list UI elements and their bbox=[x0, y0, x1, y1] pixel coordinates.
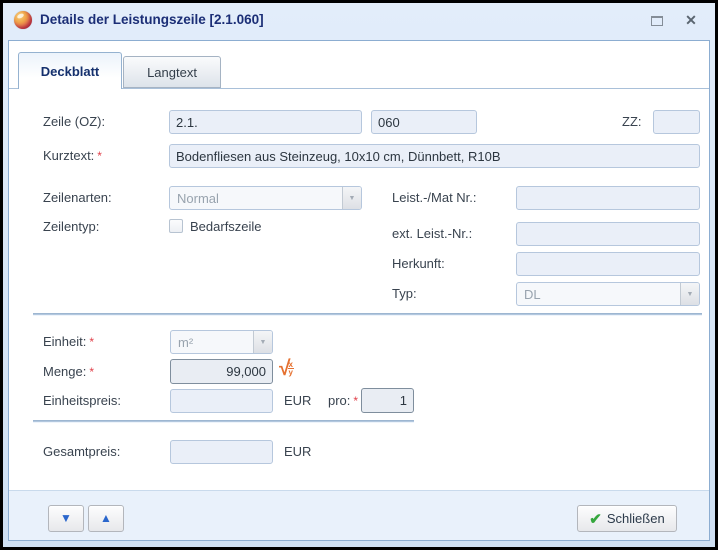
check-icon: ✔ bbox=[589, 510, 602, 528]
einheit-label: Einheit:* bbox=[43, 334, 94, 349]
gesamtpreis-input[interactable] bbox=[170, 440, 273, 464]
bedarfszeile-label: Bedarfszeile bbox=[190, 219, 262, 234]
einheit-label-text: Einheit: bbox=[43, 334, 86, 349]
arrow-up-icon: ▲ bbox=[100, 511, 112, 525]
menge-input[interactable] bbox=[170, 359, 273, 384]
menge-required-mark: * bbox=[89, 365, 94, 379]
leist-mat-nr-label: Leist.-/Mat Nr.: bbox=[392, 190, 477, 205]
maximize-icon bbox=[651, 16, 663, 26]
zz-label: ZZ: bbox=[622, 114, 642, 129]
zeilenarten-select[interactable]: Normal ▼ bbox=[169, 186, 362, 210]
typ-value: DL bbox=[524, 287, 541, 302]
einheitspreis-label: Einheitspreis: bbox=[43, 393, 121, 408]
pro-input[interactable] bbox=[361, 388, 414, 413]
oz-part2-input[interactable] bbox=[371, 110, 477, 134]
typ-select[interactable]: DL ▼ bbox=[516, 282, 700, 306]
bedarfszeile-checkbox[interactable] bbox=[169, 219, 183, 233]
chevron-down-icon[interactable]: ▼ bbox=[680, 283, 699, 305]
move-down-button[interactable]: ▼ bbox=[48, 505, 84, 532]
chevron-down-icon[interactable]: ▼ bbox=[253, 331, 272, 353]
zz-input[interactable] bbox=[653, 110, 700, 134]
formula-quantity-icon[interactable]: √xy bbox=[279, 358, 294, 380]
menge-label: Menge:* bbox=[43, 364, 94, 379]
close-button[interactable]: ✕ bbox=[681, 10, 701, 30]
einheitspreis-currency-label: EUR bbox=[284, 393, 311, 408]
menge-label-text: Menge: bbox=[43, 364, 86, 379]
kurztext-required-mark: * bbox=[97, 149, 102, 163]
formula-fraction: xy bbox=[288, 361, 294, 376]
window-title: Details der Leistungszeile [2.1.060] bbox=[40, 12, 264, 27]
tab-langtext[interactable]: Langtext bbox=[123, 56, 221, 88]
dialog-window: Details der Leistungszeile [2.1.060] ✕ L… bbox=[0, 0, 718, 550]
einheit-select[interactable]: m² ▼ bbox=[170, 330, 273, 354]
typ-label: Typ: bbox=[392, 286, 417, 301]
einheit-value: m² bbox=[178, 335, 193, 350]
pro-label: pro:* bbox=[328, 393, 358, 408]
title-bar[interactable]: Details der Leistungszeile [2.1.060] ✕ bbox=[3, 3, 715, 37]
einheitspreis-input[interactable] bbox=[170, 389, 273, 413]
pro-required-mark: * bbox=[353, 394, 358, 408]
zeilenarten-value: Normal bbox=[177, 191, 219, 206]
app-logo-icon bbox=[14, 11, 32, 29]
gesamtpreis-currency-label: EUR bbox=[284, 444, 311, 459]
kurztext-label: Kurztext:* bbox=[43, 148, 102, 163]
formula-y: y bbox=[288, 369, 294, 376]
tab-deckblatt[interactable]: Deckblatt bbox=[18, 52, 122, 89]
zeilentyp-label: Zeilentyp: bbox=[43, 219, 99, 234]
schliessen-button[interactable]: ✔ Schließen bbox=[577, 505, 677, 532]
dropdown-arrow-glyph: ▼ bbox=[260, 339, 267, 346]
gesamtpreis-label: Gesamtpreis: bbox=[43, 444, 120, 459]
section-divider-top bbox=[33, 313, 702, 315]
kurztext-label-text: Kurztext: bbox=[43, 148, 94, 163]
einheit-required-mark: * bbox=[89, 335, 94, 349]
oz-part1-input[interactable] bbox=[169, 110, 362, 134]
dropdown-arrow-glyph: ▼ bbox=[349, 195, 356, 202]
section-divider-bottom bbox=[33, 420, 414, 422]
kurztext-input[interactable] bbox=[169, 144, 700, 168]
zeile-oz-label: Zeile (OZ): bbox=[43, 114, 105, 129]
dropdown-arrow-glyph: ▼ bbox=[687, 291, 694, 298]
chevron-down-icon[interactable]: ▼ bbox=[342, 187, 361, 209]
pro-label-text: pro: bbox=[328, 393, 350, 408]
ext-leist-nr-label: ext. Leist.-Nr.: bbox=[392, 226, 472, 241]
zeilenarten-label: Zeilenarten: bbox=[43, 190, 112, 205]
herkunft-label: Herkunft: bbox=[392, 256, 445, 271]
move-up-button[interactable]: ▲ bbox=[88, 505, 124, 532]
arrow-down-icon: ▼ bbox=[60, 511, 72, 525]
herkunft-input[interactable] bbox=[516, 252, 700, 276]
ext-leist-nr-input[interactable] bbox=[516, 222, 700, 246]
maximize-button[interactable] bbox=[647, 13, 667, 29]
schliessen-label: Schließen bbox=[607, 511, 665, 526]
leist-mat-nr-input[interactable] bbox=[516, 186, 700, 210]
